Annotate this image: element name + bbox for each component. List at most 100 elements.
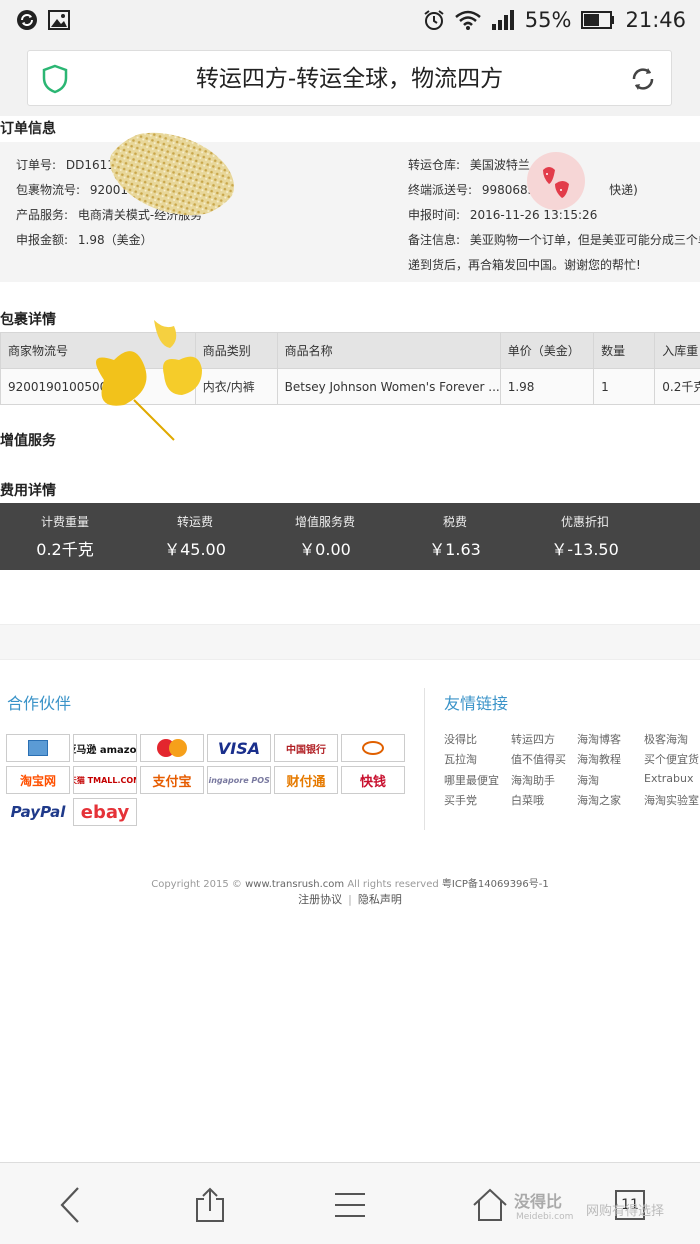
privacy-link[interactable]: 隐私声明 xyxy=(358,893,402,906)
watermark-tagline: 网购有得选择 xyxy=(586,1204,665,1219)
ginkgo-leaf-sticker-icon xyxy=(96,320,202,441)
legal-links: 注册协议 | 隐私声明 xyxy=(0,891,700,907)
terms-link[interactable]: 注册协议 xyxy=(298,893,342,906)
fee-item: 转运费 ￥45.00 xyxy=(130,503,260,570)
parcel-no-label: 包裹物流号: xyxy=(16,183,81,197)
remark-label: 备注信息: xyxy=(408,233,461,247)
fee-label: 优惠折扣 xyxy=(560,515,609,529)
fee-item: 税费 ￥1.63 xyxy=(390,503,520,570)
links-title: 友情链接 xyxy=(444,694,509,713)
partners-title: 合作伙伴 xyxy=(7,694,72,713)
fee-value: ￥0.00 xyxy=(299,540,351,559)
declared-amount-value: 1.98（美金） xyxy=(77,233,153,247)
home-icon xyxy=(473,1188,507,1221)
tmall-logo[interactable]: 天猫 TMALL.COM xyxy=(73,766,137,794)
watermark-site: Meidebi.com xyxy=(516,1212,574,1222)
image-notification-icon xyxy=(48,10,70,30)
col-header: 数量 xyxy=(593,332,656,369)
singapore-post-logo[interactable]: Singapore POST xyxy=(207,766,271,794)
footer-divider xyxy=(424,688,425,830)
alarm-icon xyxy=(423,9,445,31)
share-button[interactable] xyxy=(188,1183,232,1227)
friend-link[interactable]: 海淘博客 xyxy=(577,731,621,747)
friend-link[interactable]: 买手党 xyxy=(444,792,477,808)
reload-icon[interactable] xyxy=(628,64,658,98)
table-cell: Betsey Johnson Women's Forever ... xyxy=(276,368,501,405)
remark-value-2: 递到货后，再合箱发回中国。谢谢您的帮忙! xyxy=(408,258,641,272)
mastercard-logo[interactable] xyxy=(140,734,204,762)
friend-link[interactable]: 没得比 xyxy=(444,731,477,747)
friend-link[interactable]: 极客海淘 xyxy=(644,731,688,747)
menu-icon xyxy=(335,1193,365,1217)
fee-value: ￥45.00 xyxy=(164,540,226,559)
copyright-mid: All rights reserved xyxy=(347,879,439,890)
friend-link[interactable]: 海淘 xyxy=(577,772,599,788)
sync-notification-icon xyxy=(16,9,38,31)
friend-link[interactable]: 海淘助手 xyxy=(511,772,555,788)
friend-link[interactable]: 哪里最便宜 xyxy=(444,772,499,788)
friend-link[interactable]: 海淘教程 xyxy=(577,751,621,767)
fee-item: 优惠折扣 ￥-13.50 xyxy=(520,503,650,570)
amex-logo[interactable] xyxy=(6,734,70,762)
amazon-logo[interactable]: 亚马逊 amazon xyxy=(73,734,137,762)
friend-link[interactable]: 转运四方 xyxy=(511,731,555,747)
tenpay-logo[interactable]: 财付通 xyxy=(274,766,338,794)
page-title: 转运四方-转运全球，物流四方 xyxy=(195,66,504,92)
battery-percent: 55% xyxy=(524,8,572,32)
shield-icon[interactable] xyxy=(41,64,69,98)
privacy-blur-overlay xyxy=(110,132,234,216)
fee-label: 税费 xyxy=(442,515,467,529)
alipay-logo[interactable]: 支付宝 xyxy=(140,766,204,794)
terminal-row: 终端派送号: 9980685 快递) xyxy=(408,181,638,198)
friend-link[interactable]: 海淘实验室 xyxy=(644,792,699,808)
friend-link[interactable]: 买个便宜货 xyxy=(644,751,699,767)
product-label: 产品服务: xyxy=(16,208,69,222)
order-no-label: 订单号: xyxy=(16,158,57,172)
menu-button[interactable] xyxy=(328,1183,372,1227)
web-page: 订单信息 订单号: DD16112 包裹物流号: 9200190100 产品服务… xyxy=(0,116,700,1162)
home-button[interactable] xyxy=(468,1183,512,1227)
ebay-logo[interactable]: ebay xyxy=(73,798,137,826)
fee-item: 计费重量 0.2千克 xyxy=(0,503,130,570)
order-info-title: 订单信息 xyxy=(0,121,56,137)
fee-value: ￥1.63 xyxy=(429,540,481,559)
remark-value-1: 美亚购物一个订单，但是美亚可能分成三个单 xyxy=(469,233,700,247)
copyright: Copyright 2015 © www.transrush.com All r… xyxy=(0,875,700,890)
friend-link[interactable]: 瓦拉淘 xyxy=(444,751,477,767)
fee-summary-bar: 计费重量 0.2千克 转运费 ￥45.00 增值服务费 ￥0.00 税费 ￥1.… xyxy=(0,503,700,570)
browser-toolbar: 转运四方-转运全球，物流四方 xyxy=(0,40,700,116)
declare-time-label: 申报时间: xyxy=(408,208,461,222)
wifi-icon xyxy=(454,10,481,30)
order-info-panel: 订单号: DD16112 包裹物流号: 9200190100 产品服务: 电商清… xyxy=(0,142,700,282)
bank-of-china-logo[interactable]: 中国银行 xyxy=(274,734,338,762)
fee-label: 计费重量 xyxy=(40,515,89,529)
friend-link[interactable]: 海淘之家 xyxy=(577,792,621,808)
fee-details-title: 费用详情 xyxy=(0,483,56,499)
table-cell: 1 xyxy=(593,368,656,405)
address-bar[interactable]: 转运四方-转运全球，物流四方 xyxy=(27,50,672,106)
99bill-logo[interactable]: 快钱 xyxy=(341,766,405,794)
paypal-logo[interactable]: PayPal xyxy=(6,798,70,826)
friend-link[interactable]: 白菜哦 xyxy=(511,792,544,808)
table-cell: 0.2千克 xyxy=(654,368,700,405)
declare-time-value: 2016-11-26 13:15:26 xyxy=(469,208,598,222)
taobao-logo[interactable]: 淘宝网 xyxy=(6,766,70,794)
copyright-site[interactable]: www.transrush.com xyxy=(245,879,344,890)
warehouse-row: 转运仓库: 美国波特兰（ xyxy=(408,156,542,173)
fee-value: ￥-13.50 xyxy=(551,540,619,559)
clock: 21:46 xyxy=(625,8,686,32)
warehouse-label: 转运仓库: xyxy=(408,158,461,172)
back-icon xyxy=(60,1187,79,1223)
back-button[interactable] xyxy=(48,1183,92,1227)
friend-link[interactable]: Extrabux xyxy=(644,772,694,785)
package-details-title: 包裹详情 xyxy=(0,312,56,328)
watermark-brand: 没得比 xyxy=(514,1192,563,1211)
icp-number[interactable]: 粤ICP备14069396号-1 xyxy=(442,879,549,890)
friend-link[interactable]: 值不值得买 xyxy=(511,751,566,767)
status-bar: 55% 21:46 xyxy=(0,0,700,40)
cainiao-logo[interactable] xyxy=(341,734,405,762)
share-icon xyxy=(196,1187,224,1222)
fee-label: 转运费 xyxy=(176,515,213,529)
col-header: 商品名称 xyxy=(276,332,501,369)
visa-logo[interactable]: VISA xyxy=(207,734,271,762)
